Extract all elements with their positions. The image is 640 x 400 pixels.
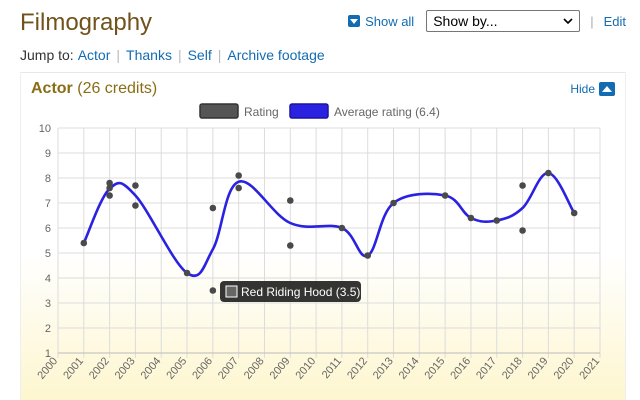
x-tick-label: 2001 [61, 355, 86, 381]
y-tick-label: 10 [39, 123, 51, 135]
x-tick-label: 2012 [345, 355, 370, 381]
x-tick-label: 2007 [216, 355, 241, 381]
rating-point [183, 269, 191, 277]
y-tick-label: 7 [45, 198, 51, 210]
rating-point [286, 242, 294, 249]
x-tick-label: 2017 [474, 355, 499, 381]
x-tick-label: 2014 [397, 355, 422, 381]
x-tick-label: 2011 [320, 355, 344, 381]
rating-point [106, 192, 113, 199]
rating-point [286, 197, 294, 204]
rating-point [132, 182, 139, 189]
x-tick-label: 2002 [87, 355, 112, 381]
y-tick-label: 5 [45, 248, 51, 260]
x-tick-label: 2018 [500, 355, 525, 381]
x-tick-label: 2021 [577, 355, 602, 381]
x-tick-label: 2020 [552, 355, 577, 381]
x-tick-label: 2019 [526, 355, 551, 381]
y-tick-label: 6 [45, 223, 51, 235]
rating-point [441, 192, 449, 199]
x-tick-label: 2003 [113, 355, 138, 381]
x-tick-label: 2000 [35, 355, 60, 381]
rating-point [570, 209, 578, 217]
rating-point [235, 172, 242, 179]
rating-point [493, 217, 501, 224]
rating-point [519, 227, 526, 234]
x-tick-label: 2016 [448, 355, 473, 381]
legend-label-rating: Rating [244, 105, 279, 119]
tooltip-text: Red Riding Hood (3.5) [241, 285, 360, 299]
rating-point [209, 287, 217, 294]
legend-swatch-average [289, 103, 329, 119]
average-rating-line [82, 171, 576, 277]
rating-point [338, 224, 346, 232]
rating-point [209, 204, 217, 212]
x-tick-label: 2005 [164, 355, 189, 381]
x-tick-label: 2004 [139, 355, 164, 381]
rating-point [235, 184, 242, 192]
x-tick-label: 2013 [371, 355, 396, 381]
y-tick-label: 2 [45, 323, 51, 335]
rating-point [132, 202, 139, 209]
x-tick-label: 2010 [293, 355, 318, 381]
legend-label-average: Average rating (6.4) [334, 105, 440, 119]
rating-point [364, 252, 372, 259]
rating-point [80, 239, 88, 247]
y-tick-label: 8 [45, 173, 51, 185]
x-tick-label: 2008 [242, 355, 267, 381]
y-tick-label: 4 [45, 273, 51, 285]
legend-swatch-rating [199, 103, 239, 119]
rating-point [519, 182, 526, 189]
x-tick-label: 2009 [268, 355, 293, 381]
rating-point [390, 199, 397, 207]
y-tick-label: 3 [45, 298, 51, 310]
rating-point [545, 169, 552, 177]
rating-point [467, 214, 475, 222]
x-tick-label: 2006 [190, 355, 215, 381]
rating-point [106, 184, 113, 192]
x-tick-label: 2015 [423, 355, 448, 381]
y-tick-label: 9 [45, 148, 51, 160]
rating-chart: 123456789102000 2001 2002 2003 2004 2005 2006 2… [35, 103, 602, 382]
tooltip-swatch [225, 285, 238, 298]
